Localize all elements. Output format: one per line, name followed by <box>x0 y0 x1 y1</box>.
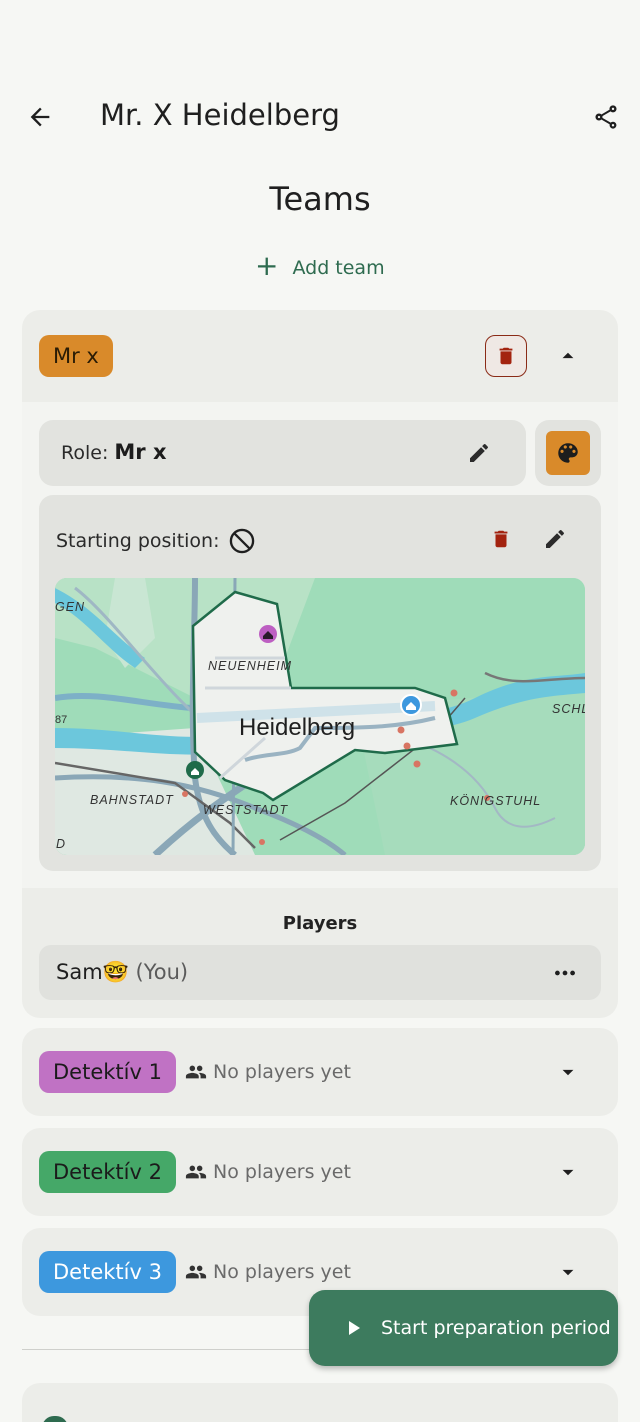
plus-icon: + <box>255 249 279 282</box>
starting-position-label: Starting position: <box>56 527 256 555</box>
role-value: Mr x <box>114 440 167 464</box>
section-title: Teams <box>269 180 371 218</box>
team-status-text: No players yet <box>213 1261 351 1283</box>
app-bar: Mr. X Heidelberg <box>0 82 640 152</box>
team-status: No players yet <box>185 1061 351 1083</box>
starting-position-text: Starting position: <box>56 530 220 552</box>
map-graphic: Heidelberg NEUENHEIM BAHNSTADT WESTSTADT… <box>55 578 585 855</box>
players-title: Players <box>282 913 358 934</box>
group-icon <box>185 1265 207 1279</box>
arrow-back-icon <box>30 107 50 127</box>
team-status: No players yet <box>185 1261 351 1283</box>
settings-card-peek[interactable] <box>22 1383 618 1422</box>
palette-icon <box>558 443 578 463</box>
role-prefix: Role: <box>61 442 109 464</box>
edit-role-button[interactable] <box>463 437 495 469</box>
starting-position-panel: Starting position: Heidelberg NEUENHEIM … <box>39 495 601 871</box>
group-icon <box>185 1165 207 1179</box>
team-name-chip[interactable]: Detektív 3 <box>39 1251 176 1293</box>
pencil-icon <box>546 529 565 548</box>
card-icon-peek <box>42 1416 68 1422</box>
add-team-button[interactable]: + Add team <box>255 250 385 286</box>
team-card-detective-2[interactable]: Detektív 2 No players yet <box>22 1128 618 1216</box>
map-label-weststadt: WESTSTADT <box>203 803 289 817</box>
team-status: No players yet <box>185 1161 351 1183</box>
expand-button[interactable] <box>552 1156 584 1188</box>
trash-icon <box>494 530 508 548</box>
block-icon <box>229 528 254 554</box>
color-picker-container <box>535 420 601 486</box>
start-preparation-label: Start preparation period <box>381 1317 611 1339</box>
delete-team-button[interactable] <box>485 335 527 377</box>
game-area-map[interactable]: Heidelberg NEUENHEIM BAHNSTADT WESTSTADT… <box>55 578 585 855</box>
edit-position-button[interactable] <box>539 523 571 555</box>
team-card-mrx: Mr x Role: Mr x Starting position: Heide… <box>22 310 618 1018</box>
team-status-text: No players yet <box>213 1061 351 1083</box>
team-card-detective-1[interactable]: Detektív 1 No players yet <box>22 1028 618 1116</box>
trash-icon <box>499 347 513 365</box>
map-label-konigstuhl: KÖNIGSTUHL <box>450 794 541 808</box>
map-city-label: Heidelberg <box>239 714 355 741</box>
play-icon <box>341 1316 365 1340</box>
map-label-bahnstadt: BAHNSTADT <box>90 793 174 807</box>
team-name-chip[interactable]: Detektív 2 <box>39 1151 176 1193</box>
player-name-text: Sam🤓 <box>56 960 129 984</box>
expand-button[interactable] <box>552 1256 584 1288</box>
collapse-button[interactable] <box>552 340 584 372</box>
color-picker-button[interactable] <box>546 431 590 475</box>
group-icon <box>185 1065 207 1079</box>
share-icon <box>595 105 617 129</box>
clear-position-button[interactable] <box>485 523 517 555</box>
arrow-down-icon <box>562 1169 574 1176</box>
arrow-up-icon <box>562 352 574 359</box>
player-row[interactable]: Sam🤓 (You) <box>39 945 601 1000</box>
map-label-d: D <box>56 837 65 851</box>
player-name: Sam🤓 (You) <box>56 960 188 985</box>
team-name-chip[interactable]: Detektív 1 <box>39 1051 176 1093</box>
role-label: Role: Mr x <box>61 440 167 464</box>
player-more-button[interactable] <box>549 957 581 989</box>
team-status-text: No players yet <box>213 1161 351 1183</box>
arrow-down-icon <box>562 1069 574 1076</box>
role-field: Role: Mr x <box>39 420 526 486</box>
page-title: Mr. X Heidelberg <box>100 98 340 132</box>
share-button[interactable] <box>588 99 624 135</box>
map-label-gen: GEN <box>55 600 85 614</box>
back-button[interactable] <box>22 99 58 135</box>
map-label-neuenheim: NEUENHEIM <box>208 659 292 673</box>
start-preparation-button[interactable]: Start preparation period <box>309 1290 618 1366</box>
team-name-chip[interactable]: Mr x <box>39 335 113 377</box>
team-details: Role: Mr x Starting position: Heidelberg… <box>22 402 618 888</box>
more-horizontal-icon <box>555 970 575 976</box>
map-label-87: 87 <box>55 714 67 726</box>
player-you-tag: (You) <box>135 960 189 984</box>
pencil-icon <box>470 443 489 462</box>
expand-button[interactable] <box>552 1056 584 1088</box>
add-team-label: Add team <box>292 257 385 279</box>
arrow-down-icon <box>562 1269 574 1276</box>
map-label-schl: SCHL <box>552 702 585 716</box>
